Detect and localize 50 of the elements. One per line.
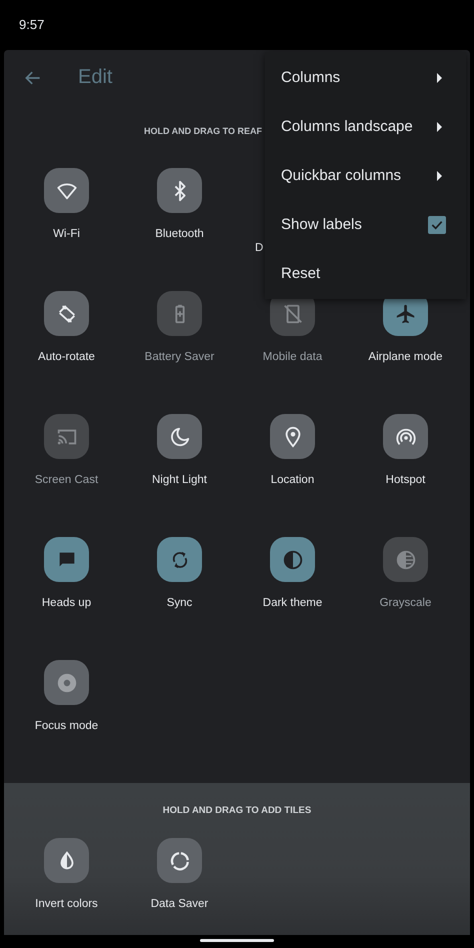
tile-button[interactable] — [44, 168, 89, 213]
grayscale-icon — [394, 548, 416, 570]
half-circle-icon — [282, 548, 304, 570]
screen-title: Edit — [78, 66, 112, 89]
triangle-icon — [437, 122, 442, 132]
triangle-icon — [437, 170, 442, 180]
tile-label: Heads up — [42, 596, 92, 610]
menu-item[interactable]: Show labels — [265, 200, 466, 249]
moon-icon — [168, 426, 190, 448]
tile-button[interactable] — [44, 291, 89, 336]
tile-label: Focus mode — [34, 719, 98, 733]
tile-label: Auto-rotate — [38, 350, 95, 364]
clock: 9:57 — [19, 16, 44, 32]
menu-item[interactable]: Reset — [265, 249, 466, 298]
tile-button[interactable] — [157, 537, 202, 582]
tile-button[interactable] — [44, 537, 89, 582]
checkbox[interactable] — [428, 216, 446, 234]
tile-button[interactable] — [157, 168, 202, 213]
tile-label: Sync — [166, 596, 192, 610]
tile-label: Hotspot — [386, 473, 426, 487]
tile-label: Night Light — [152, 473, 207, 487]
section-heading: HOLD AND DRAG TO ADD TILES — [162, 804, 312, 818]
airplane-icon — [394, 302, 416, 324]
tile-label: Location — [270, 473, 314, 487]
tile-button[interactable] — [157, 838, 202, 883]
tile-label: Battery Saver — [144, 350, 214, 364]
tile-label: Mobile data — [262, 350, 322, 364]
ring-icon — [168, 850, 190, 872]
triangle-icon — [437, 72, 442, 82]
tile-label: Screen Cast — [34, 473, 98, 487]
tile-label: Dark theme — [262, 596, 322, 610]
tile-button[interactable] — [157, 414, 202, 459]
tile-label: Airplane mode — [368, 350, 443, 364]
menu-item[interactable]: Quickbar columns — [265, 151, 466, 200]
tile-button[interactable] — [383, 414, 428, 459]
tile-button[interactable] — [44, 838, 89, 883]
menu-item[interactable]: Columns — [265, 53, 466, 102]
crossed-phone-icon — [282, 302, 304, 324]
tile-label: Wi-Fi — [53, 227, 80, 241]
tile-label: Bluetooth — [155, 227, 204, 241]
tile-label: Data Saver — [150, 897, 208, 911]
tile-label: Invert colors — [35, 897, 98, 911]
tile-button[interactable] — [270, 414, 315, 459]
tile-button[interactable] — [44, 660, 89, 705]
menu-item[interactable]: Columns landscape — [265, 102, 466, 151]
tile-label: Grayscale — [380, 596, 432, 610]
tile-label: D — [255, 241, 264, 255]
focus-icon — [56, 672, 78, 694]
section-heading: HOLD AND DRAG TO REAF — [144, 125, 262, 138]
tile-button[interactable] — [270, 537, 315, 582]
